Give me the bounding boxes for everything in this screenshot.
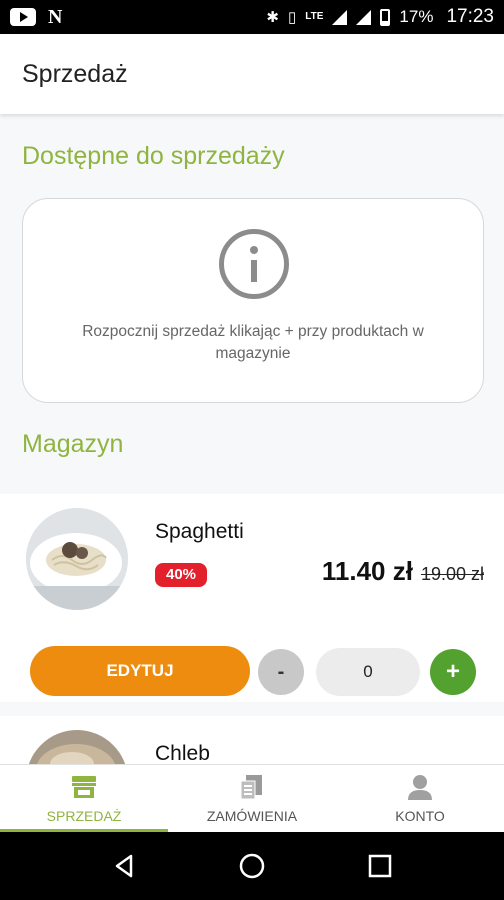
- battery-icon: [380, 8, 391, 26]
- nav-label: ZAMÓWIENIA: [206, 808, 298, 824]
- netflix-icon: N: [48, 5, 63, 28]
- info-card: Rozpocznij sprzedaż klikając + przy prod…: [22, 198, 484, 403]
- decrease-quantity-button[interactable]: -: [258, 649, 304, 695]
- product-name: Spaghetti: [155, 520, 244, 543]
- nav-label: KONTO: [395, 808, 445, 824]
- signal-icon: [332, 9, 348, 25]
- system-navigation-bar: [0, 832, 504, 900]
- status-bar: N ✱ ▯ LTE 17% 17:23: [0, 0, 504, 34]
- home-icon: [239, 853, 265, 879]
- status-time: 17:23: [446, 6, 494, 27]
- account-icon: [408, 775, 432, 800]
- old-price: 19.00 zł: [420, 564, 484, 584]
- bluetooth-icon: ✱: [266, 8, 279, 26]
- nav-item-konto[interactable]: KONTO: [336, 765, 504, 832]
- increase-quantity-button[interactable]: +: [430, 649, 476, 695]
- bottom-navigation: SPRZEDAŻ ZAMÓWIENIA KONTO: [0, 764, 504, 832]
- product-card-chleb: Chleb: [0, 716, 504, 764]
- battery-percent: 17%: [399, 7, 434, 26]
- vibrate-icon: ▯: [288, 8, 297, 26]
- app-bar: Sprzedaż: [0, 34, 504, 114]
- nav-item-zamowienia[interactable]: ZAMÓWIENIA: [168, 765, 336, 832]
- page-title: Sprzedaż: [22, 59, 128, 88]
- stock-section-title: Magazyn: [22, 430, 124, 458]
- product-image-chleb: [26, 730, 128, 764]
- discount-badge: 40%: [155, 563, 207, 587]
- recents-button[interactable]: [365, 851, 395, 881]
- price-row: 11.40 zł 19.00 zł: [322, 556, 484, 587]
- product-image-spaghetti: [26, 508, 128, 610]
- current-price: 11.40 zł: [321, 556, 413, 586]
- info-icon: [219, 229, 289, 299]
- youtube-icon: [10, 8, 36, 26]
- signal-icon-2: [356, 9, 372, 25]
- recents-icon: [368, 854, 392, 878]
- available-section-title: Dostępne do sprzedaży: [22, 142, 285, 170]
- home-button[interactable]: [237, 851, 267, 881]
- info-message: Rozpocznij sprzedaż klikając + przy prod…: [82, 323, 424, 362]
- orders-icon: [240, 775, 262, 800]
- product-card-spaghetti: Spaghetti 40% 11.40 zł 19.00 zł EDYTUJ -…: [0, 494, 504, 702]
- edit-button[interactable]: EDYTUJ: [30, 646, 250, 696]
- store-icon: [72, 776, 96, 798]
- lte-label: LTE: [305, 11, 324, 22]
- nav-label: SPRZEDAŻ: [46, 808, 122, 824]
- quantity-field[interactable]: 0: [316, 648, 420, 696]
- back-icon: [115, 854, 133, 878]
- product-name: Chleb: [155, 742, 210, 764]
- back-button[interactable]: [109, 851, 139, 881]
- nav-item-sprzedaz[interactable]: SPRZEDAŻ: [0, 765, 168, 832]
